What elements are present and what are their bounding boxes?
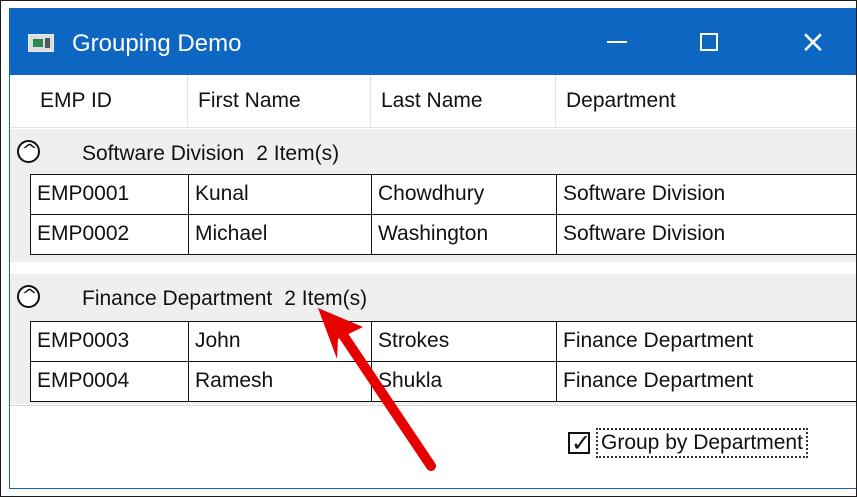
chevron-up-icon: ^ xyxy=(21,286,38,304)
window-footer: ✓ Group by Department xyxy=(10,406,856,488)
emp-id-cell[interactable]: EMP0001 xyxy=(30,175,188,214)
group-title: Software Division 2 Item(s) xyxy=(82,139,339,169)
group-name: Software Division xyxy=(82,142,245,165)
table-row[interactable]: EMP0002 Michael Washington Software Divi… xyxy=(30,214,856,255)
grouping-demo-window: Grouping Demo × EMP ID First Name Last N… xyxy=(9,8,856,489)
window-title: Grouping Demo xyxy=(72,30,242,57)
group-title: Finance Department 2 Item(s) xyxy=(82,284,367,314)
column-header-department[interactable]: Department xyxy=(556,75,856,127)
table-row[interactable]: EMP0001 Kunal Chowdhury Software Divisio… xyxy=(30,174,856,214)
first-name-cell[interactable]: Michael xyxy=(188,215,371,254)
checkbox-control[interactable]: ✓ xyxy=(568,429,591,457)
column-header-first-name[interactable]: First Name xyxy=(188,75,371,127)
group-item-count: 2 Item(s) xyxy=(256,142,340,165)
group-finance-department: ^ Finance Department 2 Item(s) EMP0003 Jo… xyxy=(10,274,856,404)
close-icon: × xyxy=(800,23,826,60)
department-cell[interactable]: Finance Department xyxy=(556,362,856,401)
group-by-department-checkbox[interactable]: ✓ Group by Department xyxy=(568,428,847,458)
group-expander-button[interactable]: ^ xyxy=(17,140,40,163)
group-expander-button[interactable]: ^ xyxy=(17,285,40,308)
chevron-up-icon: ^ xyxy=(21,141,38,159)
group-header-finance-department[interactable]: ^ Finance Department 2 Item(s) xyxy=(10,274,856,323)
group-header-software-division[interactable]: ^ Software Division 2 Item(s) xyxy=(10,129,856,178)
window-app-icon xyxy=(28,34,54,52)
last-name-cell[interactable]: Shukla xyxy=(371,362,556,401)
maximize-button[interactable] xyxy=(663,9,755,75)
first-name-cell[interactable]: Kunal xyxy=(188,175,371,214)
emp-id-cell[interactable]: EMP0003 xyxy=(30,322,188,361)
minimize-icon xyxy=(607,41,627,43)
column-header-last-name[interactable]: Last Name xyxy=(371,75,556,127)
department-cell[interactable]: Software Division xyxy=(556,215,856,254)
department-cell[interactable]: Software Division xyxy=(556,175,856,214)
emp-id-cell[interactable]: EMP0002 xyxy=(30,215,188,254)
screenshot-frame: Grouping Demo × EMP ID First Name Last N… xyxy=(0,0,857,497)
last-name-cell[interactable]: Strokes xyxy=(371,322,556,361)
emp-id-cell[interactable]: EMP0004 xyxy=(30,362,188,401)
maximize-icon xyxy=(700,33,718,51)
department-cell[interactable]: Finance Department xyxy=(556,322,856,361)
employee-data-grid[interactable]: EMP ID First Name Last Name Department ^… xyxy=(10,75,856,406)
column-header-emp-id[interactable]: EMP ID xyxy=(30,75,188,127)
group-software-division: ^ Software Division 2 Item(s) EMP0001 Kun… xyxy=(10,129,856,262)
table-row[interactable]: EMP0004 Ramesh Shukla Finance Department xyxy=(30,361,856,402)
column-header-row: EMP ID First Name Last Name Department xyxy=(10,75,856,128)
group-item-count: 2 Item(s) xyxy=(284,287,368,310)
close-button[interactable]: × xyxy=(767,9,856,75)
first-name-cell[interactable]: John xyxy=(188,322,371,361)
title-bar[interactable]: Grouping Demo × xyxy=(10,9,856,75)
first-name-cell[interactable]: Ramesh xyxy=(188,362,371,401)
last-name-cell[interactable]: Washington xyxy=(371,215,556,254)
minimize-button[interactable] xyxy=(571,9,663,75)
table-row[interactable]: EMP0003 John Strokes Finance Department xyxy=(30,321,856,361)
group-name: Finance Department xyxy=(82,287,273,310)
last-name-cell[interactable]: Chowdhury xyxy=(371,175,556,214)
group-by-department-label[interactable]: Group by Department xyxy=(596,428,808,458)
checkmark-icon: ✓ xyxy=(571,429,592,457)
